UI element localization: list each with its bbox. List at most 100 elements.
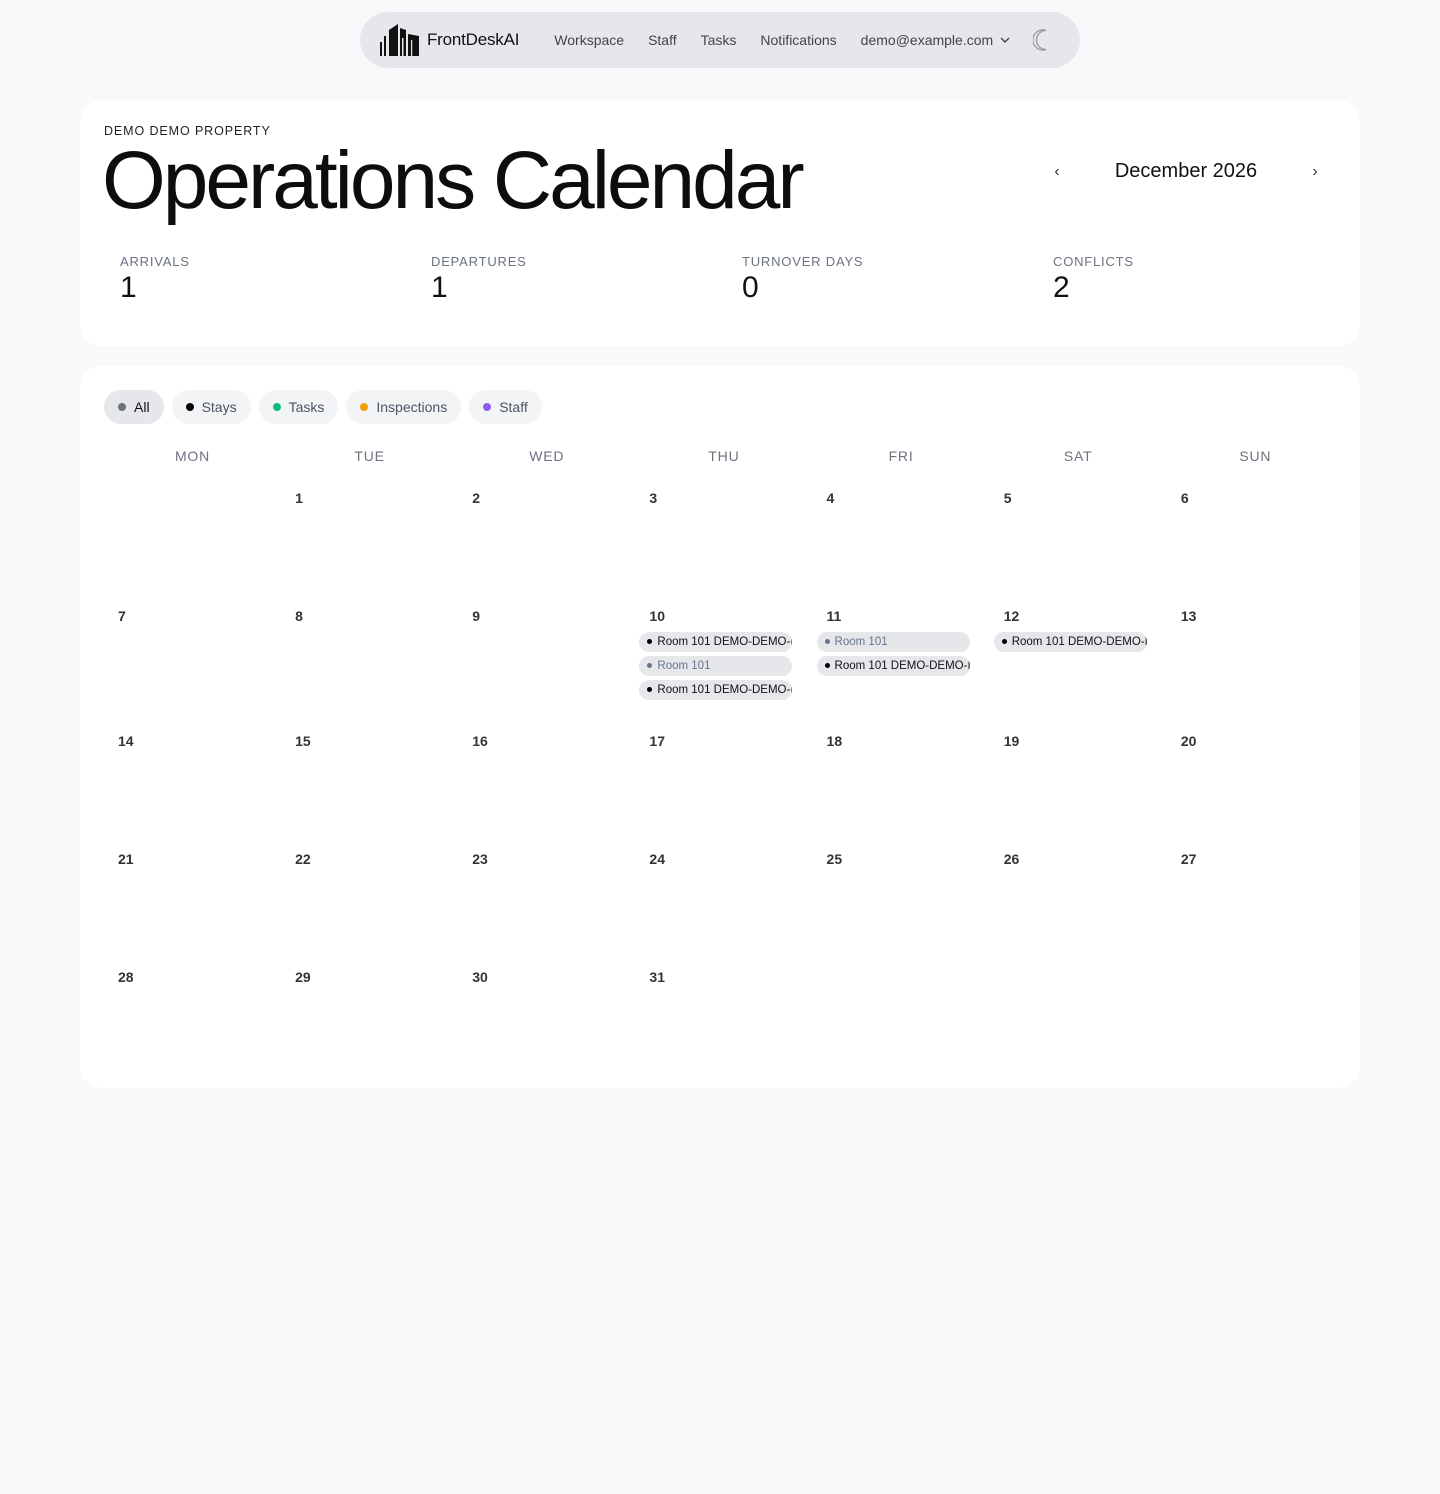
day-cell[interactable]: 3: [635, 486, 812, 596]
filter-dot-icon: [118, 403, 126, 411]
day-cell[interactable]: 27: [1167, 847, 1344, 957]
day-cell[interactable]: 1: [281, 486, 458, 596]
day-number: 8: [295, 608, 303, 624]
event-label: Room 101 DEMO-DEMO-I: [1011, 636, 1147, 648]
moon-icon[interactable]: [1033, 29, 1053, 51]
filter-chip-label: All: [134, 399, 150, 415]
page-title: Operations Calendar: [102, 135, 805, 226]
filter-chip-staff[interactable]: Staff: [469, 390, 542, 424]
day-number: 18: [826, 733, 843, 749]
day-cell[interactable]: 12 Room 101 DEMO-DEMO-I: [990, 604, 1167, 714]
weekday-tue: TUE: [354, 448, 385, 464]
day-number: 4: [826, 490, 835, 506]
day-cell[interactable]: 30: [458, 965, 635, 1075]
filter-chip-all[interactable]: All: [104, 390, 164, 424]
stat-value: 0: [742, 271, 759, 304]
day-cell[interactable]: 17: [635, 729, 812, 839]
day-number: 23: [472, 851, 488, 867]
building-logo-icon: [380, 24, 419, 56]
day-cell[interactable]: 5: [990, 486, 1167, 596]
day-number: 11: [826, 608, 842, 624]
day-cell[interactable]: 18: [813, 729, 990, 839]
filter-chip-tasks[interactable]: Tasks: [258, 390, 339, 424]
stat-departures: DEPARTURES 1: [431, 254, 711, 305]
event-label: Room 101 DEMO-DEMO-I: [834, 660, 970, 672]
day-cell[interactable]: 16: [458, 729, 635, 839]
day-cell[interactable]: 24: [635, 847, 812, 957]
user-email: demo@example.com: [860, 32, 994, 48]
day-cell[interactable]: 25: [813, 847, 990, 957]
day-cell[interactable]: 6: [1167, 486, 1344, 596]
event-pill-stay[interactable]: Room 101 DEMO-DEMO-I: [993, 632, 1147, 652]
weekday-mon: MON: [174, 448, 211, 464]
nav-link-tasks[interactable]: Tasks: [701, 32, 737, 48]
filter-chip-label: Inspections: [376, 399, 448, 415]
next-month-button[interactable]: ›: [1303, 160, 1327, 184]
day-number: 2: [472, 490, 481, 506]
day-cell[interactable]: 11 Room 101 Room 101 DEMO-DEMO-I: [813, 604, 990, 714]
filter-dot-icon: [360, 403, 369, 411]
day-number: 3: [649, 490, 658, 506]
event-pill-stay[interactable]: Room 101 DEMO-DEMO-I: [639, 632, 793, 652]
event-label: Room 101 DEMO-DEMO-I: [657, 684, 793, 696]
stat-label: TURNOVER DAYS: [742, 254, 864, 269]
day-cell[interactable]: 13: [1167, 604, 1344, 714]
filter-dot-icon: [272, 403, 281, 411]
nav-link-notifications[interactable]: Notifications: [760, 32, 836, 48]
day-number: 25: [826, 851, 843, 867]
day-cell[interactable]: 10 Room 101 DEMO-DEMO-I Room 101 Room 101 D…: [635, 604, 812, 714]
day-cell[interactable]: 9: [458, 604, 635, 714]
day-cell[interactable]: 26: [990, 847, 1167, 957]
day-cell[interactable]: 29: [281, 965, 458, 1075]
day-cell[interactable]: 22: [281, 847, 458, 957]
filter-chip-label: Tasks: [288, 399, 325, 415]
weekday-sat: SAT: [1063, 448, 1093, 464]
stat-arrivals: ARRIVALS 1: [120, 254, 400, 305]
day-cell[interactable]: 2: [458, 486, 635, 596]
nav-link-workspace[interactable]: Workspace: [554, 32, 624, 48]
day-number: 27: [1180, 851, 1197, 867]
event-pill-inspection[interactable]: Room 101: [816, 632, 970, 652]
stat-value: 2: [1053, 271, 1070, 304]
day-number: 19: [1003, 733, 1020, 749]
day-number: 17: [649, 733, 665, 749]
day-number: 1: [295, 490, 303, 506]
top-nav: FrontDeskAI Workspace Staff Tasks Notifi…: [360, 12, 1080, 68]
day-number: 26: [1003, 851, 1020, 867]
event-pill-stay[interactable]: Room 101 DEMO-DEMO-I: [639, 680, 793, 700]
day-cell[interactable]: 28: [104, 965, 281, 1075]
day-cell[interactable]: 31: [635, 965, 812, 1075]
day-number: 16: [472, 733, 488, 749]
weekday-sun: SUN: [1239, 448, 1272, 464]
event-label: Room 101 DEMO-DEMO-I: [657, 636, 793, 648]
event-pill-stay[interactable]: Room 101 DEMO-DEMO-I: [816, 656, 970, 676]
stats-row: ARRIVALS 1 DEPARTURES 1 TURNOVER DAYS 0 …: [120, 254, 1364, 314]
filter-chip-inspections[interactable]: Inspections: [346, 390, 462, 424]
day-number: 24: [649, 851, 665, 867]
day-number: 5: [1003, 490, 1012, 506]
day-cell[interactable]: 7: [104, 604, 281, 714]
event-dot-icon: [647, 639, 653, 644]
day-cell[interactable]: 20: [1167, 729, 1344, 839]
day-number: 9: [472, 608, 481, 624]
month-label: December 2026: [1114, 160, 1258, 182]
day-cell[interactable]: 21: [104, 847, 281, 957]
day-number: 21: [118, 851, 134, 867]
event-dot-icon: [647, 663, 653, 668]
day-cell[interactable]: 19: [990, 729, 1167, 839]
day-cell[interactable]: 14: [104, 729, 281, 839]
event-dot-icon: [824, 639, 830, 644]
day-cell[interactable]: 4: [813, 486, 990, 596]
day-number: 22: [295, 851, 311, 867]
filter-chip-label: Staff: [499, 399, 528, 415]
day-cell[interactable]: 15: [281, 729, 458, 839]
user-menu[interactable]: demo@example.com: [861, 32, 1012, 48]
event-pill-inspection[interactable]: Room 101: [639, 656, 793, 676]
weekday-header: MON TUE WED THU FRI SAT SUN: [104, 448, 1344, 468]
nav-link-staff[interactable]: Staff: [648, 32, 677, 48]
day-cell[interactable]: 23: [458, 847, 635, 957]
weekday-wed: WED: [529, 448, 565, 464]
brand-link[interactable]: FrontDeskAI: [380, 24, 519, 56]
day-cell[interactable]: 8: [281, 604, 458, 714]
filter-chip-stays[interactable]: Stays: [171, 390, 251, 424]
